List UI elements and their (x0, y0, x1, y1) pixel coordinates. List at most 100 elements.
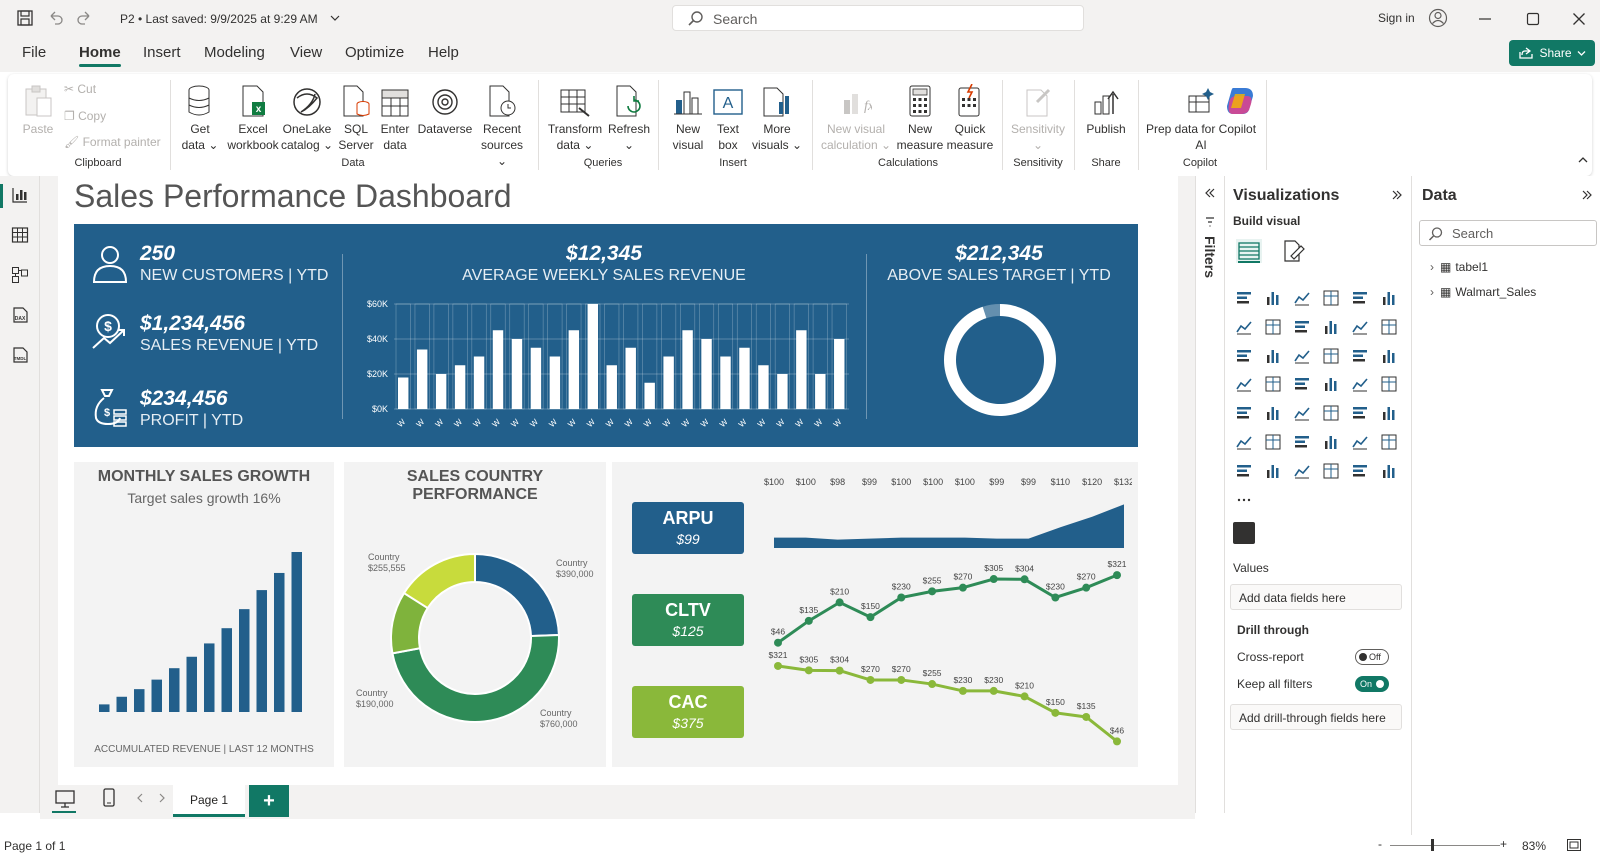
excel-workbook-button[interactable]: x Excel workbook (226, 80, 280, 153)
cut-button[interactable]: ✂ Cut (64, 82, 96, 96)
get-data-button[interactable]: Get data ⌄ (178, 80, 222, 153)
gauge-visual-icon[interactable] (1320, 373, 1342, 395)
collapse-ribbon-icon[interactable] (1578, 156, 1588, 164)
country-performance-card[interactable]: SALES COUNTRY PERFORMANCE Country $255,55… (344, 462, 606, 767)
line-visual-icon[interactable] (1233, 316, 1255, 338)
menu-insert[interactable]: Insert (143, 44, 181, 61)
redo-icon[interactable] (76, 9, 94, 27)
menu-home[interactable]: Home (79, 44, 121, 67)
text-box-button[interactable]: A Text box (710, 80, 746, 153)
transform-data-button[interactable]: Transform data ⌄ (546, 80, 604, 153)
account-icon[interactable] (1428, 8, 1448, 28)
document-title[interactable]: P2 • Last saved: 9/9/2025 at 9:29 AM (120, 12, 318, 26)
azure-map-visual-icon[interactable] (1291, 373, 1313, 395)
table-visual-icon[interactable] (1291, 402, 1313, 424)
table-view-icon[interactable] (11, 226, 29, 244)
clustered-bar-visual-icon[interactable] (1291, 287, 1313, 309)
data-search-input[interactable]: Search (1419, 220, 1597, 246)
filled-map-visual-icon[interactable] (1262, 373, 1284, 395)
sql-server-button[interactable]: SQL Server (338, 80, 374, 153)
copy-button[interactable]: ❐ Copy (64, 109, 106, 123)
line-column-visual-icon[interactable] (1349, 316, 1371, 338)
next-page-icon[interactable] (158, 793, 166, 803)
weekly-revenue-chart[interactable]: $0K$20K$40K$60KW W W W W W W W W W W W W W W W W W W W W W W W (354, 294, 854, 444)
stacked-area-visual-icon[interactable] (1291, 316, 1313, 338)
custom-visual-icon[interactable] (1233, 522, 1255, 544)
copilot-button[interactable] (1220, 80, 1260, 121)
slicer-visual-icon[interactable] (1262, 402, 1284, 424)
model-view-icon[interactable] (11, 266, 29, 284)
customer-metrics-charts[interactable]: $100 $100 $98 $99 $100 $100 $100 $99 $99 $110 $120… (762, 476, 1132, 758)
fit-to-page-icon[interactable] (1566, 838, 1582, 852)
undo-icon[interactable] (46, 9, 64, 27)
metrics-visual-icon[interactable] (1378, 431, 1400, 453)
menu-optimize[interactable]: Optimize (345, 44, 404, 61)
power-bi-visual-visual-icon[interactable] (1320, 460, 1342, 482)
table-item-tabel1[interactable]: › ▦ tabel1 (1430, 260, 1488, 274)
narrative-visual-icon[interactable] (1349, 460, 1371, 482)
card-visual-icon[interactable] (1349, 373, 1371, 395)
more-visual-icon[interactable] (1233, 489, 1255, 511)
menu-file[interactable]: File (22, 44, 46, 61)
powerapps-flow-visual-icon[interactable] (1378, 460, 1400, 482)
100-area-visual-icon[interactable] (1320, 316, 1342, 338)
chevron-down-icon[interactable] (330, 14, 340, 22)
zoom-slider[interactable] (1390, 845, 1500, 846)
r-visual-visual-icon[interactable] (1349, 402, 1371, 424)
python-visual-visual-icon[interactable] (1378, 402, 1400, 424)
new-measure-button[interactable]: New measure (896, 80, 944, 153)
power-apps-visual-icon[interactable] (1233, 460, 1255, 482)
menu-view[interactable]: View (290, 44, 322, 61)
paginated-visual-icon[interactable] (1349, 431, 1371, 453)
report-page[interactable]: Sales Performance Dashboard 250 NEW CUST… (58, 176, 1178, 786)
country-donut-chart[interactable] (385, 548, 565, 728)
add-page-button[interactable]: + (249, 785, 289, 817)
page-tab-page-1[interactable]: Page 1 (173, 785, 245, 817)
expand-filters-icon[interactable] (1205, 188, 1215, 198)
map-visual-icon[interactable] (1233, 373, 1255, 395)
close-icon[interactable] (1572, 12, 1586, 26)
scatter-visual-icon[interactable] (1291, 345, 1313, 367)
stacked-bar-visual-icon[interactable] (1233, 287, 1255, 309)
build-visual-icon[interactable] (1235, 238, 1263, 264)
funnel-visual-icon[interactable] (1262, 345, 1284, 367)
keep-all-filters-toggle[interactable]: On (1355, 676, 1389, 692)
paste-button[interactable]: Paste (18, 80, 58, 137)
more-visuals-button[interactable]: More visuals ⌄ (750, 80, 804, 153)
monthly-growth-chart[interactable] (94, 542, 314, 717)
dataverse-button[interactable]: Dataverse (416, 80, 474, 137)
filters-pane[interactable]: Filters (1195, 176, 1225, 813)
matrix-visual-icon[interactable] (1320, 402, 1342, 424)
format-visual-icon[interactable] (1279, 238, 1307, 264)
minimize-icon[interactable] (1478, 13, 1492, 25)
image-visual-icon[interactable] (1291, 460, 1313, 482)
menu-modeling[interactable]: Modeling (204, 44, 265, 61)
sensitivity-button[interactable]: Sensitivity ⌄ (1008, 80, 1068, 153)
100-column-visual-icon[interactable] (1378, 287, 1400, 309)
treemap-visual-icon[interactable] (1378, 345, 1400, 367)
smart-narrative-visual-icon[interactable] (1320, 431, 1342, 453)
zoom-in-button[interactable]: + (1500, 837, 1507, 851)
above-target-donut[interactable] (940, 300, 1060, 420)
zoom-out-button[interactable]: - (1378, 837, 1382, 851)
donut-visual-icon[interactable] (1349, 345, 1371, 367)
cross-report-toggle[interactable]: Off (1355, 649, 1389, 665)
tmdl-view-icon[interactable]: TMDL (11, 346, 29, 364)
clustered-column-visual-icon[interactable] (1320, 287, 1342, 309)
collapse-pane-icon[interactable] (1392, 190, 1402, 200)
qa-visual-icon[interactable] (1291, 431, 1313, 453)
menu-help[interactable]: Help (428, 44, 459, 61)
customer-metrics-card[interactable]: ARPU $99 CLTV $125 CAC $375 $100 $100 $98 $99 $… (612, 462, 1138, 767)
new-visual-calculation-button[interactable]: fx New visual calculation ⌄ (816, 80, 896, 153)
table-item-walmart-sales[interactable]: › ▦ Walmart_Sales (1430, 285, 1536, 299)
quick-measure-button[interactable]: Quick measure (944, 80, 996, 153)
100-bar-visual-icon[interactable] (1349, 287, 1371, 309)
dax-query-view-icon[interactable]: DAX (11, 306, 29, 324)
search-box[interactable]: Search (672, 5, 1084, 31)
sign-in-link[interactable]: Sign in (1378, 11, 1415, 25)
add-data-fields-well[interactable]: Add data fields here (1230, 584, 1402, 610)
monthly-growth-card[interactable]: MONTHLY SALES GROWTH Target sales growth… (74, 462, 334, 767)
zoom-slider-thumb[interactable] (1431, 839, 1434, 851)
desktop-layout-icon[interactable] (54, 789, 76, 809)
format-painter-button[interactable]: 🖌 Format painter (64, 135, 161, 149)
